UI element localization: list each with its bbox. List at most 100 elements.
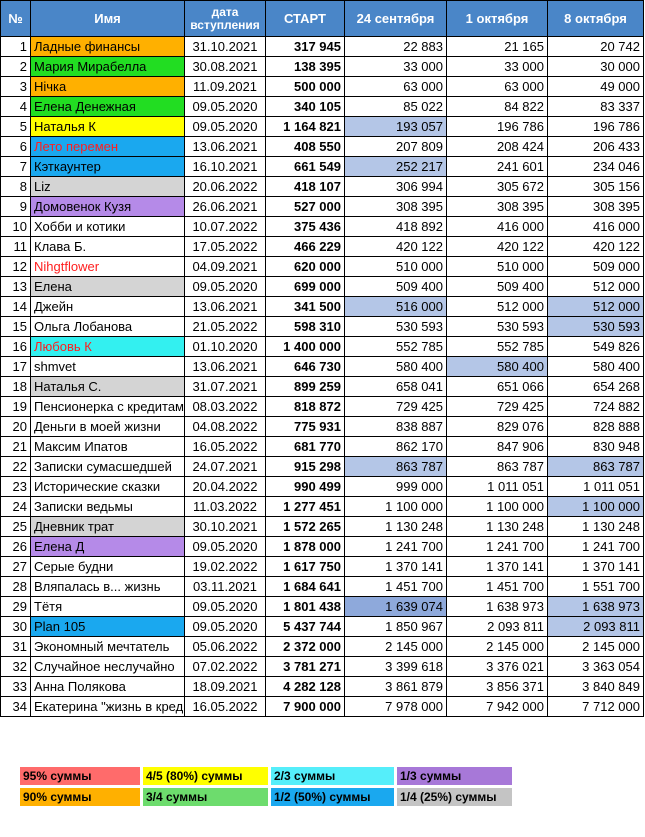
row-number-cell[interactable]: 22	[0, 456, 31, 477]
amount-cell-2[interactable]: 308 395	[446, 196, 548, 217]
amount-cell-3[interactable]: 830 948	[547, 436, 644, 457]
start-amount-cell[interactable]: 408 550	[265, 136, 345, 157]
amount-cell-3[interactable]: 512 000	[547, 296, 644, 317]
amount-cell-3[interactable]: 1 100 000	[547, 496, 644, 517]
start-amount-cell[interactable]: 1 878 000	[265, 536, 345, 557]
row-number-cell[interactable]: 1	[0, 36, 31, 57]
start-amount-cell[interactable]: 3 781 271	[265, 656, 345, 677]
name-cell[interactable]: Вляпалась в... жизнь	[30, 576, 185, 597]
name-cell[interactable]: Plan 105	[30, 616, 185, 637]
start-amount-cell[interactable]: 775 931	[265, 416, 345, 437]
start-amount-cell[interactable]: 340 105	[265, 96, 345, 117]
amount-cell-1[interactable]: 580 400	[344, 356, 447, 377]
amount-cell-3[interactable]: 20 742	[547, 36, 644, 57]
start-amount-cell[interactable]: 818 872	[265, 396, 345, 417]
amount-cell-3[interactable]: 1 551 700	[547, 576, 644, 597]
amount-cell-2[interactable]: 1 130 248	[446, 516, 548, 537]
amount-cell-3[interactable]: 420 122	[547, 236, 644, 257]
start-amount-cell[interactable]: 1 164 821	[265, 116, 345, 137]
amount-cell-2[interactable]: 1 100 000	[446, 496, 548, 517]
start-amount-cell[interactable]: 4 282 128	[265, 676, 345, 697]
name-cell[interactable]: Мария Мирабелла	[30, 56, 185, 77]
start-amount-cell[interactable]: 990 499	[265, 476, 345, 497]
join-date-cell[interactable]: 04.08.2022	[184, 416, 266, 437]
join-date-cell[interactable]: 16.10.2021	[184, 156, 266, 177]
amount-cell-1[interactable]: 306 994	[344, 176, 447, 197]
amount-cell-2[interactable]: 208 424	[446, 136, 548, 157]
name-cell[interactable]: Анна Полякова	[30, 676, 185, 697]
amount-cell-3[interactable]: 416 000	[547, 216, 644, 237]
start-amount-cell[interactable]: 375 436	[265, 216, 345, 237]
amount-cell-3[interactable]: 1 638 973	[547, 596, 644, 617]
amount-cell-2[interactable]: 1 451 700	[446, 576, 548, 597]
amount-cell-1[interactable]: 1 370 141	[344, 556, 447, 577]
row-number-cell[interactable]: 3	[0, 76, 31, 97]
name-cell[interactable]: Любовь К	[30, 336, 185, 357]
name-cell[interactable]: Liz	[30, 176, 185, 197]
start-amount-cell[interactable]: 1 400 000	[265, 336, 345, 357]
start-amount-cell[interactable]: 681 770	[265, 436, 345, 457]
amount-cell-1[interactable]: 207 809	[344, 136, 447, 157]
header-col-3[interactable]: 8 октября	[547, 0, 644, 37]
name-cell[interactable]: Лето перемен	[30, 136, 185, 157]
name-cell[interactable]: Нічка	[30, 76, 185, 97]
join-date-cell[interactable]: 19.02.2022	[184, 556, 266, 577]
amount-cell-1[interactable]: 22 883	[344, 36, 447, 57]
start-amount-cell[interactable]: 598 310	[265, 316, 345, 337]
amount-cell-3[interactable]: 828 888	[547, 416, 644, 437]
amount-cell-3[interactable]: 83 337	[547, 96, 644, 117]
header-name[interactable]: Имя	[30, 0, 185, 37]
start-amount-cell[interactable]: 1 684 641	[265, 576, 345, 597]
name-cell[interactable]: Наталья С.	[30, 376, 185, 397]
amount-cell-3[interactable]: 7 712 000	[547, 696, 644, 717]
amount-cell-3[interactable]: 1 130 248	[547, 516, 644, 537]
amount-cell-2[interactable]: 196 786	[446, 116, 548, 137]
amount-cell-1[interactable]: 1 130 248	[344, 516, 447, 537]
join-date-cell[interactable]: 18.09.2021	[184, 676, 266, 697]
row-number-cell[interactable]: 23	[0, 476, 31, 497]
amount-cell-2[interactable]: 510 000	[446, 256, 548, 277]
name-cell[interactable]: Записки сумасшедшей	[30, 456, 185, 477]
join-date-cell[interactable]: 08.03.2022	[184, 396, 266, 417]
start-amount-cell[interactable]: 500 000	[265, 76, 345, 97]
row-number-cell[interactable]: 19	[0, 396, 31, 417]
start-amount-cell[interactable]: 466 229	[265, 236, 345, 257]
start-amount-cell[interactable]: 418 107	[265, 176, 345, 197]
name-cell[interactable]: Домовенок Кузя	[30, 196, 185, 217]
join-date-cell[interactable]: 01.10.2020	[184, 336, 266, 357]
amount-cell-1[interactable]: 85 022	[344, 96, 447, 117]
amount-cell-1[interactable]: 420 122	[344, 236, 447, 257]
amount-cell-2[interactable]: 305 672	[446, 176, 548, 197]
row-number-cell[interactable]: 28	[0, 576, 31, 597]
start-amount-cell[interactable]: 699 000	[265, 276, 345, 297]
amount-cell-2[interactable]: 416 000	[446, 216, 548, 237]
amount-cell-1[interactable]: 1 100 000	[344, 496, 447, 517]
row-number-cell[interactable]: 15	[0, 316, 31, 337]
amount-cell-2[interactable]: 63 000	[446, 76, 548, 97]
row-number-cell[interactable]: 5	[0, 116, 31, 137]
amount-cell-2[interactable]: 552 785	[446, 336, 548, 357]
amount-cell-3[interactable]: 308 395	[547, 196, 644, 217]
amount-cell-2[interactable]: 512 000	[446, 296, 548, 317]
amount-cell-3[interactable]: 580 400	[547, 356, 644, 377]
name-cell[interactable]: shmvet	[30, 356, 185, 377]
join-date-cell[interactable]: 16.05.2022	[184, 436, 266, 457]
row-number-cell[interactable]: 17	[0, 356, 31, 377]
amount-cell-2[interactable]: 2 093 811	[446, 616, 548, 637]
row-number-cell[interactable]: 32	[0, 656, 31, 677]
amount-cell-1[interactable]: 3 399 618	[344, 656, 447, 677]
name-cell[interactable]: Случайное неслучайно	[30, 656, 185, 677]
amount-cell-2[interactable]: 1 011 051	[446, 476, 548, 497]
name-cell[interactable]: Nihgtflower	[30, 256, 185, 277]
amount-cell-3[interactable]: 549 826	[547, 336, 644, 357]
join-date-cell[interactable]: 13.06.2021	[184, 356, 266, 377]
row-number-cell[interactable]: 2	[0, 56, 31, 77]
amount-cell-1[interactable]: 1 241 700	[344, 536, 447, 557]
join-date-cell[interactable]: 09.05.2020	[184, 596, 266, 617]
amount-cell-2[interactable]: 829 076	[446, 416, 548, 437]
name-cell[interactable]: Экономный мечтатель	[30, 636, 185, 657]
amount-cell-2[interactable]: 33 000	[446, 56, 548, 77]
amount-cell-3[interactable]: 654 268	[547, 376, 644, 397]
row-number-cell[interactable]: 25	[0, 516, 31, 537]
amount-cell-1[interactable]: 862 170	[344, 436, 447, 457]
